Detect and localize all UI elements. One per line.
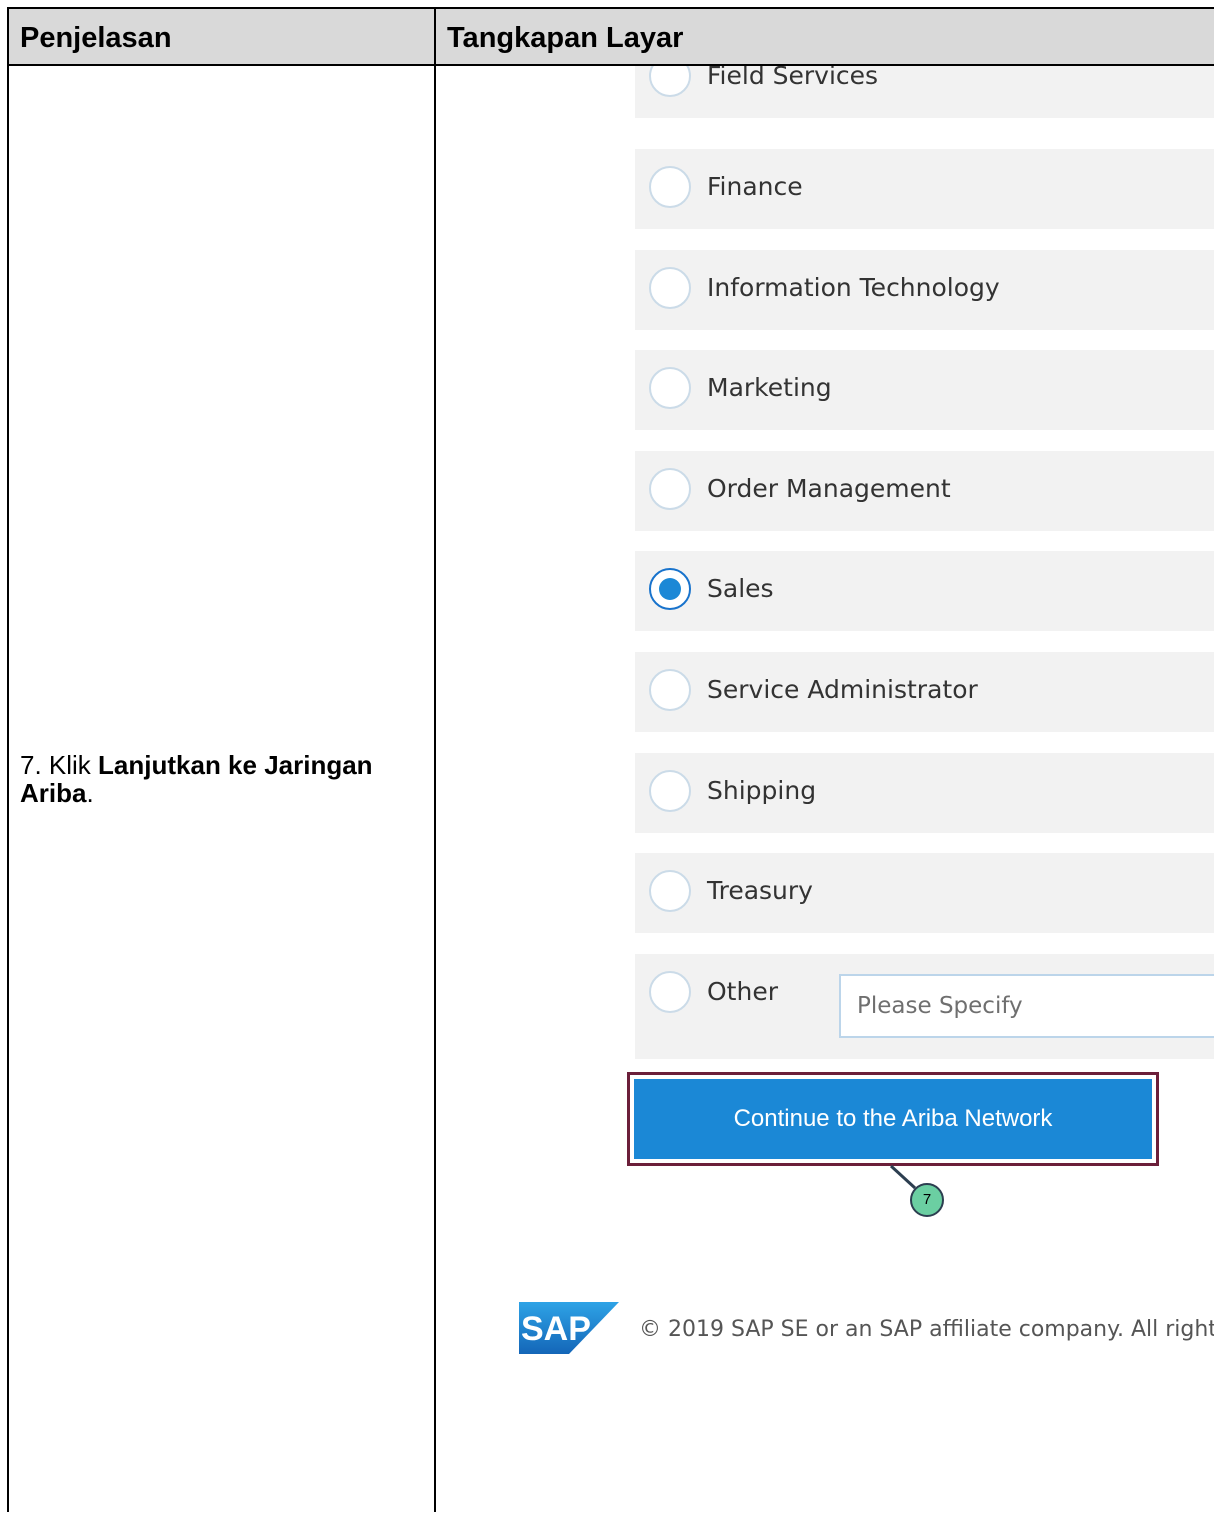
sap-logo: SAP (519, 1302, 619, 1354)
option-field-services[interactable]: Field Services (635, 66, 1214, 118)
option-shipping[interactable]: Shipping (635, 753, 1214, 833)
option-sales[interactable]: Sales (635, 551, 1214, 631)
option-label: Finance (707, 172, 803, 201)
header-explanation: Penjelasan (20, 22, 172, 54)
option-service-administrator[interactable]: Service Administrator (635, 652, 1214, 732)
option-treasury[interactable]: Treasury (635, 853, 1214, 933)
column-divider (434, 9, 436, 1512)
option-label: Marketing (707, 373, 832, 402)
option-marketing[interactable]: Marketing (635, 350, 1214, 430)
radio-field-services[interactable] (649, 66, 691, 97)
other-specify-input[interactable]: Please Specify (839, 974, 1214, 1038)
radio-finance[interactable] (649, 166, 691, 208)
option-information-technology[interactable]: Information Technology (635, 250, 1214, 330)
option-label: Service Administrator (707, 675, 978, 704)
callout-number-badge: 7 (910, 1183, 944, 1217)
radio-shipping[interactable] (649, 770, 691, 812)
continue-to-ariba-button[interactable]: Continue to the Ariba Network (634, 1079, 1152, 1159)
radio-information-technology[interactable] (649, 267, 691, 309)
option-other[interactable]: Other Please Specify (635, 954, 1214, 1059)
option-label: Shipping (707, 776, 817, 805)
copyright-text: © 2019 SAP SE or an SAP affiliate compan… (639, 1317, 1214, 1342)
radio-sales-selected[interactable] (649, 568, 691, 610)
option-label: Order Management (707, 474, 951, 503)
sap-logo-text: SAP (521, 1310, 591, 1348)
table-header-row: Penjelasan Tangkapan Layar (9, 9, 1214, 66)
radio-marketing[interactable] (649, 367, 691, 409)
radio-service-administrator[interactable] (649, 669, 691, 711)
continue-button-highlight: Continue to the Ariba Network (627, 1072, 1159, 1166)
step-instruction: 7. Klik Lanjutkan ke Jaringan Ariba. (20, 751, 420, 807)
option-label: Sales (707, 574, 774, 603)
header-screenshot: Tangkapan Layar (447, 22, 684, 54)
radio-other[interactable] (649, 971, 691, 1013)
instruction-table: Penjelasan Tangkapan Layar 7. Klik Lanju… (7, 7, 1214, 1514)
option-label: Information Technology (707, 273, 1000, 302)
option-label: Other (707, 977, 778, 1006)
option-label: Field Services (707, 66, 879, 90)
radio-order-management[interactable] (649, 468, 691, 510)
instruction-prefix: 7. Klik (20, 750, 99, 780)
option-order-management[interactable]: Order Management (635, 451, 1214, 531)
radio-treasury[interactable] (649, 870, 691, 912)
option-finance[interactable]: Finance (635, 149, 1214, 229)
option-label: Treasury (707, 876, 813, 905)
screenshot-panel: Field Services Finance Information Techn… (437, 66, 1214, 1514)
instruction-suffix: . (86, 778, 94, 808)
